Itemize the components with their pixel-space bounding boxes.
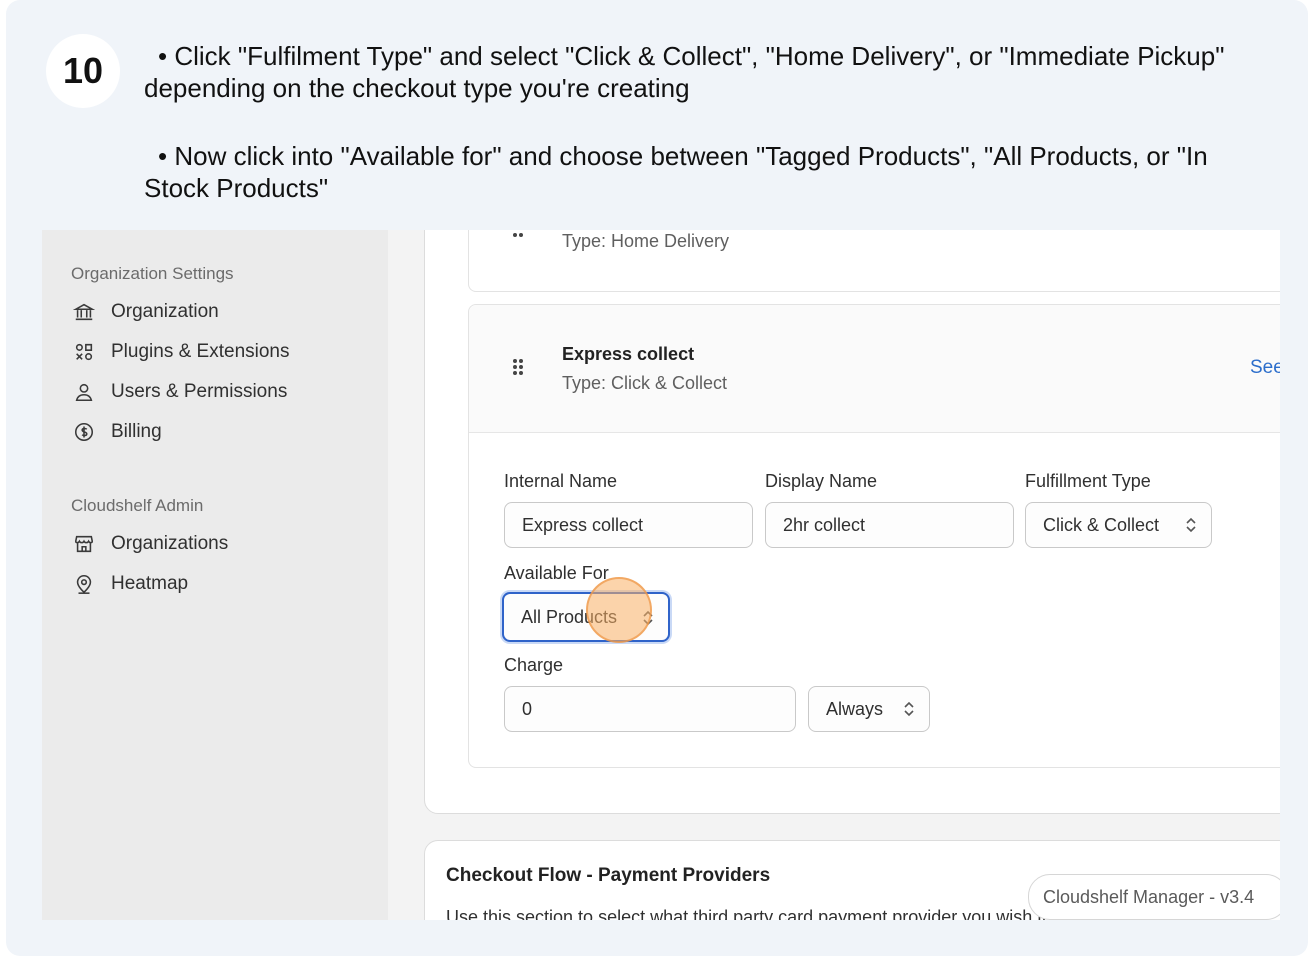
checkout-method-express-collect: Express collect Type: Click & Collect Se… [468, 304, 1280, 768]
drag-handle-icon[interactable] [513, 359, 525, 377]
sidebar-item-plugins-extensions[interactable]: Plugins & Extensions [73, 337, 290, 367]
method-header[interactable]: Express collect Type: Click & Collect Se… [469, 305, 1280, 433]
display-name-value: 2hr collect [783, 514, 866, 535]
sidebar-item-label: Plugins & Extensions [111, 341, 290, 362]
sidebar: Organization Settings Organization Plugi… [42, 230, 388, 920]
tutorial-step-card: 10 • Click "Fulfilment Type" and select … [6, 0, 1308, 956]
sidebar-item-organization[interactable]: Organization [73, 297, 219, 327]
sidebar-item-heatmap[interactable]: Heatmap [73, 569, 188, 599]
display-name-input[interactable]: 2hr collect [765, 502, 1014, 548]
plugins-icon [73, 341, 95, 363]
app-screenshot: Organization Settings Organization Plugi… [42, 230, 1280, 920]
chevron-updown-icon [904, 701, 914, 717]
payment-providers-description: Use this section to select what third pa… [446, 907, 1087, 920]
drag-handle-icon[interactable] [513, 230, 525, 245]
sidebar-item-organizations[interactable]: Organizations [73, 529, 228, 559]
internal-name-label: Internal Name [504, 471, 618, 491]
charge-frequency-select[interactable]: Always [808, 686, 930, 732]
previous-method-type: Type: Home Delivery [562, 231, 730, 251]
instruction-line-4: Stock Products" [144, 173, 329, 203]
display-name-label: Display Name [765, 471, 878, 491]
sidebar-section-cloudshelf-admin: Cloudshelf Admin [71, 496, 204, 515]
sidebar-item-label: Organization [111, 301, 219, 322]
payment-providers-title: Checkout Flow - Payment Providers [446, 865, 771, 886]
instruction-fulfilment: • Click "Fulfilment Type" and select "Cl… [144, 40, 1274, 104]
fulfillment-type-label: Fulfillment Type [1025, 471, 1151, 491]
method-title: Express collect [562, 344, 695, 364]
internal-name-input[interactable]: Express collect [504, 502, 753, 548]
chevron-updown-icon [1186, 517, 1196, 533]
sidebar-item-label: Billing [111, 421, 162, 442]
charge-value: 0 [522, 698, 533, 719]
bank-icon [73, 301, 95, 323]
charge-label: Charge [504, 655, 564, 675]
instruction-line-2: depending on the checkout type you're cr… [144, 73, 690, 103]
internal-name-value: Express collect [522, 514, 644, 535]
see-link[interactable]: See [1250, 357, 1280, 379]
sidebar-item-billing[interactable]: Billing [73, 417, 162, 447]
main-content: Type: Home Delivery Express collect Type… [388, 230, 1280, 920]
store-icon [73, 533, 95, 555]
sidebar-item-label: Users & Permissions [111, 381, 288, 402]
previous-checkout-method[interactable]: Type: Home Delivery [468, 230, 1280, 292]
instruction-line-1: • Click "Fulfilment Type" and select "Cl… [158, 41, 1225, 71]
charge-input[interactable]: 0 [504, 686, 796, 732]
sidebar-item-label: Organizations [111, 533, 229, 554]
charge-frequency-value: Always [826, 698, 884, 719]
fulfillment-type-select[interactable]: Click & Collect [1025, 502, 1212, 548]
available-for-label: Available For [504, 563, 609, 583]
user-icon [73, 381, 95, 403]
instruction-available-for: • Now click into "Available for" and cho… [144, 140, 1274, 204]
fulfillment-type-value: Click & Collect [1043, 514, 1160, 535]
sidebar-section-organization-settings: Organization Settings [71, 264, 234, 283]
dollar-circle-icon [73, 421, 95, 443]
click-indicator [586, 577, 652, 643]
location-pin-icon [73, 573, 95, 595]
instruction-line-3: • Now click into "Available for" and cho… [158, 141, 1208, 171]
sidebar-item-users-permissions[interactable]: Users & Permissions [73, 377, 287, 407]
version-badge: Cloudshelf Manager - v3.4 [1028, 874, 1280, 920]
sidebar-item-label: Heatmap [111, 573, 189, 594]
step-number-badge: 10 [46, 34, 120, 108]
method-type: Type: Click & Collect [562, 373, 728, 393]
